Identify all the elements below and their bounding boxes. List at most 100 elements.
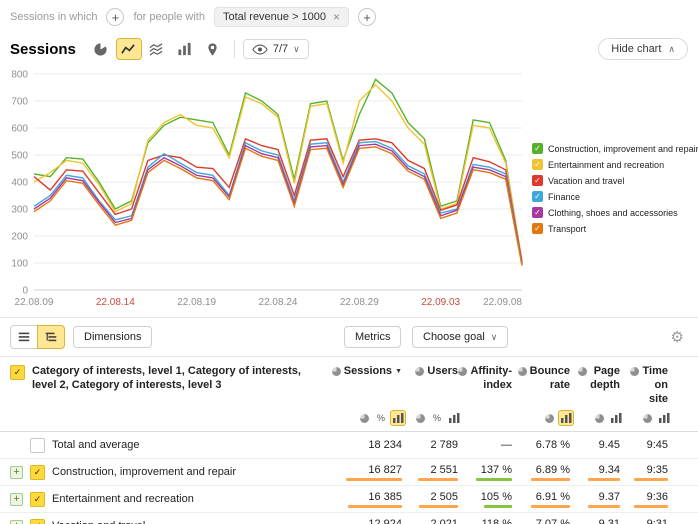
cell-value: 9:31	[647, 518, 668, 524]
legend-item[interactable]: ✓Transport	[532, 223, 698, 234]
percent-toggle-icon[interactable]: %	[373, 410, 389, 426]
cell-value: 118 %	[482, 518, 512, 524]
cell-time: 9:36	[630, 486, 678, 513]
cell-value: 12 924	[368, 518, 402, 524]
chart-type-line-icon[interactable]	[116, 38, 142, 60]
legend-item[interactable]: ✓ Vacation and travel	[532, 175, 698, 186]
bars-toggle-icon[interactable]	[608, 410, 624, 426]
cell-depth: 9.31	[580, 513, 630, 524]
row-checkbox[interactable]	[30, 438, 45, 453]
metric-pie-icon	[578, 367, 587, 376]
select-all-checkbox[interactable]: ✓	[10, 365, 25, 380]
cell-bar	[531, 505, 570, 508]
cell-sessions: 16 827	[336, 459, 412, 486]
metrics-button[interactable]: Metrics	[344, 326, 401, 348]
segment-chip[interactable]: Total revenue > 1000 ×	[214, 7, 349, 27]
pie-toggle-icon[interactable]	[356, 410, 372, 426]
add-people-condition-button[interactable]: +	[358, 8, 376, 26]
pie-toggle-icon[interactable]	[639, 410, 655, 426]
x-axis-tick-label: 22.08.19	[177, 297, 216, 308]
percent-toggle-icon[interactable]: %	[429, 410, 445, 426]
expand-row-button[interactable]: +	[10, 466, 23, 479]
x-axis-tick-label: 22.09.08	[483, 297, 522, 308]
legend-item[interactable]: ✓Construction, improvement and repair	[532, 143, 698, 154]
expand-row-button[interactable]: +	[10, 493, 23, 506]
cell-depth: 9.45	[580, 432, 630, 459]
series-line	[34, 85, 522, 260]
cell-value: 9.31	[599, 518, 620, 524]
choose-goal-label: Choose goal	[423, 331, 485, 343]
settings-gear-icon[interactable]: ⚙	[671, 328, 684, 346]
y-axis-tick-label: 800	[11, 70, 28, 81]
column-header-affinity[interactable]: Affinity-index	[468, 357, 522, 409]
column-header-depth[interactable]: Page depth	[580, 357, 630, 409]
column-header-sessions[interactable]: Sessions▼	[336, 357, 412, 409]
x-axis-tick-label: 22.08.09	[15, 297, 54, 308]
cell-value: 137 %	[481, 464, 512, 476]
tree-view-icon[interactable]	[37, 325, 65, 349]
x-axis-tick-label: 22.08.24	[259, 297, 298, 308]
series-visibility-dropdown[interactable]: 7/7 ∨	[243, 39, 309, 59]
legend-checkbox[interactable]: ✓	[532, 175, 543, 186]
add-session-condition-button[interactable]: +	[106, 8, 124, 26]
pie-toggle-icon[interactable]	[541, 410, 557, 426]
legend-label: Vacation and travel	[548, 176, 624, 186]
cell-bounce: 6.91 %	[522, 486, 580, 513]
bars-toggle-icon[interactable]	[390, 410, 406, 426]
legend-item[interactable]: ✓Entertainment and recreation	[532, 159, 698, 170]
chart-type-pie-icon[interactable]	[88, 38, 114, 60]
expand-row-button[interactable]: +	[10, 520, 23, 524]
row-checkbox[interactable]: ✓	[30, 519, 45, 524]
cell-value: 9.45	[599, 439, 620, 451]
cell-sessions: 16 385	[336, 486, 412, 513]
sort-desc-icon[interactable]: ▼	[395, 368, 402, 377]
bars-toggle-icon[interactable]	[656, 410, 672, 426]
legend-checkbox[interactable]: ✓	[532, 223, 543, 234]
chart-type-map-icon[interactable]	[200, 38, 226, 60]
row-label-cell: +✓Construction, improvement and repair	[0, 459, 336, 486]
legend-item[interactable]: ✓Clothing, shoes and accessories	[532, 207, 698, 218]
sessions-line-chart: 010020030040050060070080022.08.0922.08.1…	[4, 64, 528, 313]
cell-bar	[348, 505, 403, 508]
chart-type-columns-icon[interactable]	[172, 38, 198, 60]
chip-remove-icon[interactable]: ×	[333, 11, 340, 23]
legend-checkbox[interactable]: ✓	[532, 159, 543, 170]
cell-bounce: 6.89 %	[522, 459, 580, 486]
column-header-bounce[interactable]: Bounce rate	[522, 357, 580, 409]
column-header-label: Users	[427, 365, 458, 379]
cell-depth: 9.37	[580, 486, 630, 513]
chevron-down-icon: ∨	[293, 44, 300, 55]
dimensions-button[interactable]: Dimensions	[73, 326, 152, 348]
pie-toggle-icon[interactable]	[412, 410, 428, 426]
y-axis-tick-label: 200	[11, 232, 28, 243]
header-spacer	[678, 357, 698, 409]
series-line	[34, 79, 522, 263]
cell-affinity: 137 %	[468, 459, 522, 486]
cell-time: 9:31	[630, 513, 678, 524]
bars-toggle-icon[interactable]	[446, 410, 462, 426]
legend-checkbox[interactable]: ✓	[532, 207, 543, 218]
row-checkbox[interactable]: ✓	[30, 465, 45, 480]
bars-toggle-icon[interactable]	[558, 410, 574, 426]
choose-goal-button[interactable]: Choose goal ∨	[412, 326, 508, 348]
chart-type-stacked-lines-icon[interactable]	[144, 38, 170, 60]
legend-item[interactable]: ✓ Finance	[532, 191, 698, 202]
dimension-group-title: Category of interests, level 1, Category…	[32, 365, 326, 393]
pie-glyph	[360, 414, 369, 423]
table-header-row: ✓ Category of interests, level 1, Categor…	[0, 356, 698, 409]
hide-chart-button[interactable]: Hide chart ∧	[598, 38, 688, 60]
legend-checkbox[interactable]: ✓	[532, 191, 543, 202]
row-label-cell: +✓Entertainment and recreation	[0, 486, 336, 513]
y-axis-tick-label: 0	[22, 286, 28, 297]
list-view-icon[interactable]	[10, 325, 38, 349]
legend-label: Finance	[548, 192, 580, 202]
row-checkbox[interactable]: ✓	[30, 492, 45, 507]
column-header-time[interactable]: Time on site	[630, 357, 678, 409]
legend-checkbox[interactable]: ✓	[532, 143, 543, 154]
column-header-label: Time on site	[642, 365, 668, 406]
column-header-users[interactable]: Users	[412, 357, 468, 409]
pie-toggle-icon[interactable]	[591, 410, 607, 426]
cell-value: 9:36	[647, 491, 668, 503]
cell-bar	[634, 478, 668, 481]
cell-bar	[346, 478, 402, 481]
